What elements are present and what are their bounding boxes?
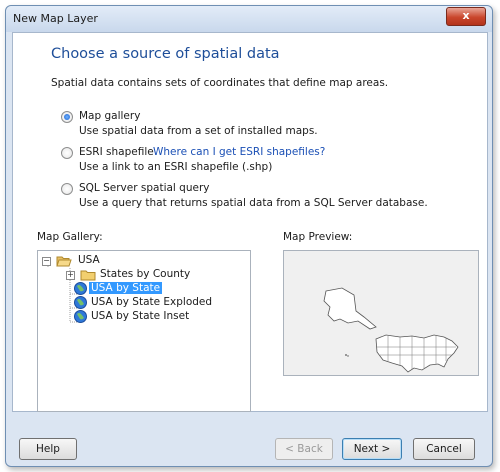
map-gallery-description: Use spatial data from a set of installed…	[79, 125, 318, 137]
tree-node-usa-by-state-inset[interactable]: USA by State Inset	[74, 310, 244, 324]
globe-icon	[74, 310, 87, 323]
globe-icon	[74, 282, 87, 295]
map-gallery-radio[interactable]	[61, 111, 73, 123]
tree-node-usa[interactable]: − USA	[42, 254, 242, 268]
map-gallery-label[interactable]: Map gallery	[79, 110, 140, 122]
esri-shapefile-description: Use a link to an ESRI shapefile (.shp)	[79, 161, 273, 173]
map-preview-section-label: Map Preview:	[283, 231, 353, 243]
sql-query-radio[interactable]	[61, 183, 73, 195]
sql-query-label[interactable]: SQL Server spatial query	[79, 182, 210, 194]
sql-query-description: Use a query that returns spatial data fr…	[79, 197, 428, 209]
tree-node-usa-by-state-inset-label[interactable]: USA by State Inset	[91, 310, 189, 322]
usa-map-preview-image	[323, 287, 459, 373]
tree-node-usa-by-state-label[interactable]: USA by State	[89, 282, 163, 294]
tree-node-usa-by-state[interactable]: USA by State	[74, 282, 244, 296]
title-bar[interactable]: New Map Layer x	[6, 6, 492, 32]
esri-shapefile-label[interactable]: ESRI shapefile	[79, 146, 154, 158]
tree-node-usa-by-state-exploded-label[interactable]: USA by State Exploded	[91, 296, 212, 308]
close-icon: x	[462, 9, 470, 22]
back-button[interactable]: < Back	[275, 438, 333, 460]
page-title: Choose a source of spatial data	[51, 46, 280, 62]
next-button[interactable]: Next >	[342, 438, 402, 460]
page-description: Spatial data contains sets of coordinate…	[51, 77, 389, 89]
window-title: New Map Layer	[13, 12, 98, 25]
collapse-icon[interactable]: −	[42, 257, 51, 266]
map-gallery-section-label: Map Gallery:	[37, 231, 103, 243]
esri-help-link[interactable]: Where can I get ESRI shapefiles?	[153, 146, 325, 158]
esri-shapefile-radio[interactable]	[61, 147, 73, 159]
map-gallery-tree[interactable]: − USA + States by County USA by State US…	[37, 250, 251, 412]
tree-node-usa-by-state-exploded[interactable]: USA by State Exploded	[74, 296, 244, 310]
dialog-window: New Map Layer x Choose a source of spati…	[5, 5, 493, 467]
tree-node-usa-label[interactable]: USA	[78, 254, 100, 266]
folder-open-icon	[56, 256, 72, 267]
tree-node-states-by-county-label[interactable]: States by County	[100, 268, 190, 280]
expand-icon[interactable]: +	[66, 271, 75, 280]
close-button[interactable]: x	[446, 7, 486, 26]
help-button[interactable]: Help	[19, 438, 77, 460]
tree-node-states-by-county[interactable]: + States by County	[64, 268, 244, 282]
globe-icon	[74, 296, 87, 309]
content-panel: Choose a source of spatial data Spatial …	[12, 32, 488, 412]
folder-icon	[80, 270, 96, 281]
map-preview-panel	[283, 250, 479, 376]
cancel-button[interactable]: Cancel	[413, 438, 475, 460]
